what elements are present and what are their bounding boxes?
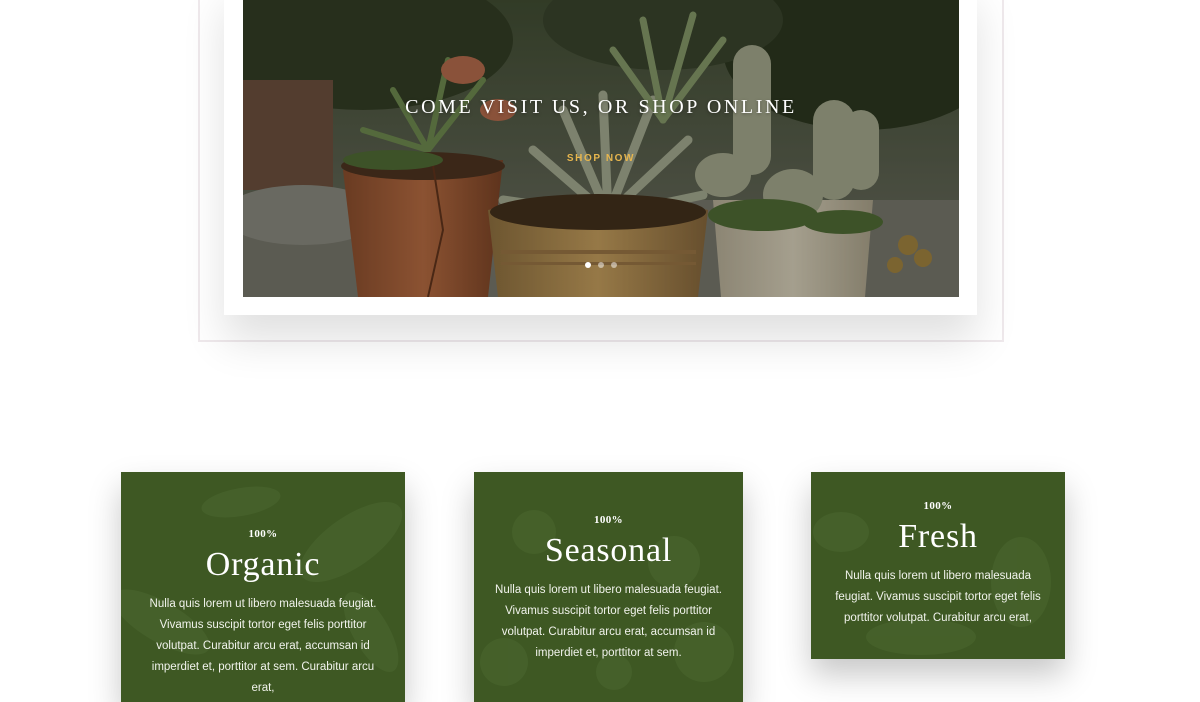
hero-heading: COME VISIT US, OR SHOP ONLINE: [405, 96, 797, 118]
slider-dot-2[interactable]: [598, 262, 604, 268]
hero-slider[interactable]: COME VISIT US, OR SHOP ONLINE SHOP NOW: [243, 0, 959, 297]
card-text: Nulla quis lorem ut libero malesuada feu…: [495, 584, 722, 659]
card-title: Organic: [205, 546, 321, 583]
feature-card-organic: 100% Organic Nulla quis lorem ut libero …: [121, 472, 405, 702]
card-percent: 100%: [248, 528, 278, 540]
slider-pagination: [243, 262, 959, 268]
slider-dot-1[interactable]: [585, 262, 591, 268]
slider-dot-3[interactable]: [611, 262, 617, 268]
card-percent: 100%: [593, 514, 624, 526]
card-percent: 100%: [923, 500, 953, 512]
shop-now-link[interactable]: SHOP NOW: [243, 153, 959, 164]
hero-overlay: [243, 0, 959, 297]
card-title: Fresh: [898, 518, 978, 555]
card-text: Nulla quis lorem ut libero malesuada feu…: [835, 570, 1041, 624]
card-text: Nulla quis lorem ut libero malesuada feu…: [149, 598, 377, 694]
feature-card-seasonal: 100% Seasonal Nulla quis lorem ut libero…: [474, 472, 743, 702]
card-title: Seasonal: [544, 532, 673, 569]
feature-card-fresh: 100% Fresh Nulla quis lorem ut libero ma…: [811, 472, 1065, 659]
